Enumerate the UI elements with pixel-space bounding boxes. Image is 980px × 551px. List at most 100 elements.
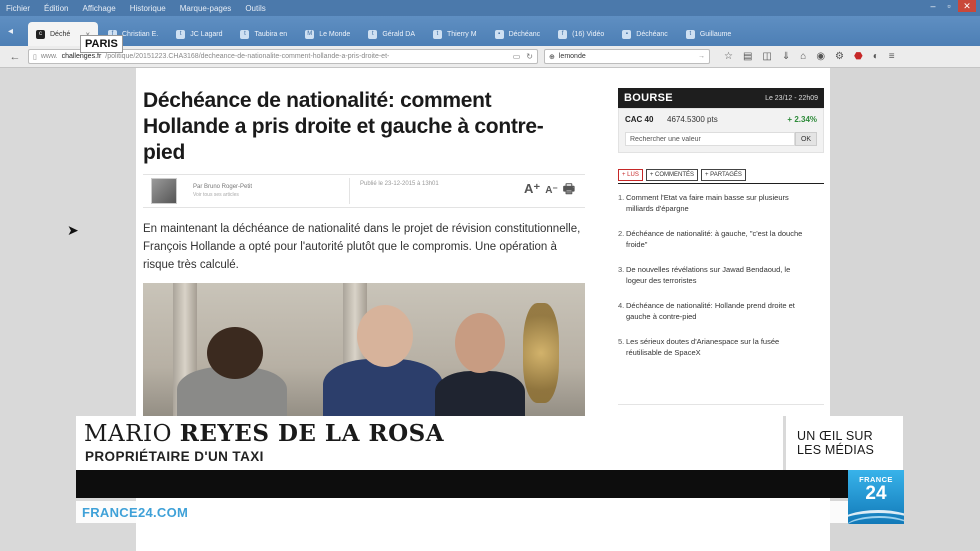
cac-value: 4674.5300 pts [667,115,718,124]
bookmarks-list-icon[interactable]: ▤ [743,51,752,62]
tab-taubira[interactable]: t Taubira en [232,22,295,46]
tab-most-commented[interactable]: + COMMENTÉS [645,169,699,181]
menu-outils[interactable]: Outils [245,4,265,13]
menu-historique[interactable]: Historique [130,4,166,13]
font-enlarge-icon[interactable]: A⁺ [524,181,540,197]
tab-guillaume[interactable]: t Guillaume [678,22,740,46]
bourse-header: BOURSE Le 23/12 - 22h09 [618,88,824,108]
stock-search: OK [625,132,817,146]
challenges-icon: c [36,29,45,39]
download-icon[interactable]: ⇓ [782,51,790,62]
page-icon: ▪ [494,29,504,39]
home-icon[interactable]: ⌂ [800,51,806,62]
publish-date: Publié le 23-12-2015 à 13h01 [360,181,439,187]
menu-fichier[interactable]: Fichier [6,4,30,13]
back-arrow-icon[interactable]: ← [8,50,22,64]
article-photo [143,283,585,423]
stock-search-input[interactable] [625,132,795,146]
maximize-icon[interactable]: ▫ [942,0,956,12]
guest-last-name: REYES DE LA ROSA [179,420,445,447]
tab-gerald[interactable]: t Gérald DA [360,22,423,46]
adblock-icon[interactable]: ⬣ [854,51,863,62]
menu-bar: Fichier Édition Affichage Historique Mar… [0,0,980,16]
tab-label: Christian E. [122,30,159,38]
tab-label: Déché [50,30,71,38]
sidebar-divider [618,404,824,416]
article-tools: A⁺ A⁻ 🖶 [524,180,575,202]
tab-jc-lagard[interactable]: t JC Lagard [168,22,230,46]
facebook-icon: f [558,29,568,39]
cac-row: CAC 40 4674.5300 pts + 2.34% [625,115,817,124]
tab-label: Guillaume [699,30,732,38]
menu-marque-pages[interactable]: Marque-pages [180,4,232,13]
bookmark-star-icon[interactable]: ☆ [724,51,733,62]
tab-label: Déchéanc [636,30,668,38]
search-go-icon[interactable]: → [698,53,705,60]
page-icon: ▪ [622,29,632,39]
article-lede: En maintenant la déchéance de nationalit… [143,223,581,271]
url-domain: challenges.fr [61,53,102,60]
show-title-box: UN ŒIL SUR LES MÉDIAS [783,416,903,470]
author-block: Par Bruno Roger-Petit Voir tous ses arti… [193,184,343,198]
font-shrink-icon[interactable]: A⁻ [545,185,558,196]
site-url: FRANCE24.COM [82,504,189,520]
search-box[interactable]: ⊕ lemonde → [544,49,710,64]
bourse-widget: CAC 40 4674.5300 pts + 2.34% OK [618,108,824,153]
tab-label: Gérald DA [382,30,416,38]
show-title-line2: LES MÉDIAS [797,443,875,457]
close-window-icon[interactable]: ✕ [958,0,976,12]
mouse-cursor-icon: ➤ [67,222,79,238]
sync-icon[interactable]: ⚙ [835,51,844,62]
chat-icon[interactable]: ◉ [816,51,825,62]
tab-label: Déchéanc [508,30,541,38]
tab-most-shared[interactable]: + PARTAGÉS [701,169,746,181]
tab-most-read[interactable]: + LUS [618,169,643,181]
window-controls: – ▫ ✕ [926,0,976,16]
tab-label: (16) Vidéo [572,30,605,38]
twitter-icon: t [433,29,443,39]
tab-video[interactable]: f (16) Vidéo [550,22,612,46]
cac-label: CAC 40 [625,115,654,124]
tab-decheanc-1[interactable]: ▪ Déchéanc [487,22,549,46]
article-headline: Déchéance de nationalité: comment Hollan… [143,89,544,164]
url-path: /politique/20151223.CHA3168/decheance-de… [105,53,390,60]
tab-thierry[interactable]: t Thierry M [425,22,485,46]
france24-logo: FRANCE 24 [848,470,904,524]
hamburger-menu-icon[interactable]: ≡ [889,51,895,62]
twitter-icon: t [368,29,378,39]
bourse-date: Le 23/12 - 22h09 [765,94,818,102]
tab-le-monde[interactable]: M Le Monde [297,22,358,46]
tab-label: Le Monde [319,30,351,38]
tab-scroll-left-icon[interactable]: ◂ [8,26,13,37]
tab-label: JC Lagard [190,30,223,38]
author-articles-link[interactable]: Voir tous ses articles [193,192,343,198]
twitter-icon: t [240,29,250,39]
list-item[interactable]: 2. Déchéance de nationalité: à gauche, "c… [618,228,812,250]
tab-decheanc-2[interactable]: ▪ Déchéanc [614,22,676,46]
stock-ok-button[interactable]: OK [795,132,817,146]
minimize-icon[interactable]: – [926,0,940,12]
menu-edition[interactable]: Édition [44,4,68,13]
sidebar: BOURSE Le 23/12 - 22h09 CAC 40 4674.5300… [618,88,824,372]
most-read-list: 1. Comment l'Etat va faire main basse sur… [618,192,824,358]
print-icon[interactable]: 🖶 [563,180,575,202]
reader-view-icon[interactable]: ▭ [513,52,521,61]
list-item[interactable]: 5. Les sérieux doutes d'Arianespace sur l… [618,336,812,358]
pocket-icon[interactable]: ◫ [762,51,771,62]
author-name[interactable]: Par Bruno Roger-Petit [193,184,343,190]
search-value: lemonde [558,53,586,60]
list-item[interactable]: 1. Comment l'Etat va faire main basse sur… [618,192,812,214]
extension-icon[interactable]: ◐ [873,51,879,62]
bourse-title: BOURSE [624,92,673,104]
byline-divider [349,178,350,204]
logo-24: 24 [865,483,887,504]
guest-first-name: MARIO [84,421,172,447]
list-item[interactable]: 4. Déchéance de nationalité: Hollande pre… [618,300,812,322]
tab-label: Thierry M [447,30,477,38]
reload-icon[interactable]: ↻ [526,52,533,61]
popular-tabs: + LUS + COMMENTÉS + PARTAGÉS [618,169,824,184]
list-item[interactable]: 3. De nouvelles révélations sur Jawad Ben… [618,264,812,286]
tab-label: Taubira en [254,30,288,38]
menu-affichage[interactable]: Affichage [82,4,115,13]
ticker-band [76,470,848,498]
